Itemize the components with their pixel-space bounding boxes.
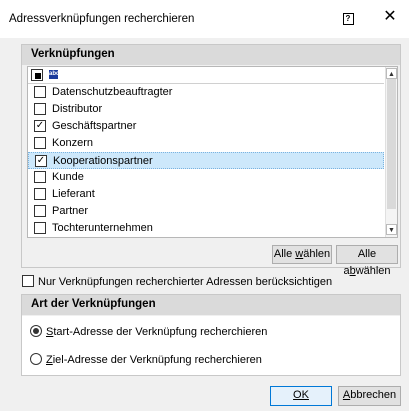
partial-check-mark [35, 73, 41, 79]
list-item[interactable]: ✓ Kooperationspartner [28, 152, 384, 169]
links-list[interactable]: abc Datenschutzbeauftragter Distributor ✓ G… [27, 66, 398, 238]
list-item-label: Lieferant [52, 188, 95, 200]
list-item-checkbox[interactable] [34, 103, 46, 115]
list-scrollbar[interactable]: ▲ ▼ [385, 67, 397, 237]
list-item-label: Distributor [52, 103, 103, 115]
link-type-group-body [22, 316, 400, 375]
list-item[interactable]: Datenschutzbeauftragter [28, 84, 384, 101]
list-item-checkbox[interactable] [34, 205, 46, 217]
select-all-button[interactable]: Alle wählen [272, 245, 332, 264]
ok-button[interactable]: OK [270, 386, 332, 406]
window-title: Adressverknüpfungen recherchieren [9, 13, 195, 25]
link-type-group-title: Art der Verknüpfungen [31, 298, 156, 310]
help-icon: ? [342, 13, 354, 25]
select-all-label-a: Alle [273, 248, 296, 260]
list-item[interactable]: ✓ Geschäftspartner [28, 118, 384, 135]
deselect-all-button[interactable]: Alle abwählen [336, 245, 398, 277]
close-icon: ✕ [383, 8, 397, 25]
list-item[interactable]: Konzern [28, 135, 384, 152]
list-item-checkbox[interactable] [34, 137, 46, 149]
list-item-label: Konzern [52, 137, 93, 149]
scroll-down-icon[interactable]: ▼ [386, 224, 397, 235]
list-item-label: Kooperationspartner [53, 155, 153, 167]
list-item[interactable]: Kunde [28, 169, 384, 186]
list-item-label: Partner [52, 205, 89, 217]
filter-checkbox[interactable] [22, 275, 34, 287]
filter-label: Nur Verknüpfungen recherchierter Adresse… [38, 276, 333, 288]
list-item-label: Kunde [52, 171, 84, 183]
list-item[interactable]: Distributor [28, 101, 384, 118]
target-address-label-u: Z [46, 354, 53, 366]
target-address-label-rest: iel-Adresse der Verknüpfung recherchiere… [52, 354, 262, 366]
ok-label: OK [293, 389, 309, 401]
start-address-label[interactable]: Start-Adresse der Verknüpfung recherchie… [46, 326, 267, 338]
list-item-checkbox[interactable] [34, 188, 46, 200]
scroll-up-icon[interactable]: ▲ [386, 68, 397, 79]
list-header-row[interactable]: abc [28, 67, 384, 84]
list-item[interactable]: Tochterunternehmen [28, 220, 384, 237]
start-address-radio[interactable] [30, 325, 42, 337]
list-item-checkbox[interactable]: ✓ [35, 155, 47, 167]
list-item-checkbox[interactable]: ✓ [34, 120, 46, 132]
start-address-label-rest: tart-Adresse der Verknüpfung recherchier… [53, 326, 268, 338]
list-item-label: Geschäftspartner [52, 120, 137, 132]
target-address-radio[interactable] [30, 353, 42, 365]
close-button[interactable]: ✕ [381, 8, 399, 26]
help-button[interactable]: ? [341, 11, 355, 25]
list-item[interactable]: Lieferant [28, 186, 384, 203]
list-item-checkbox[interactable] [34, 171, 46, 183]
deselect-all-label-c: wählen [355, 265, 391, 277]
radio-selected-dot [33, 328, 39, 334]
sort-abc-icon[interactable]: abc [49, 70, 59, 79]
links-group-title: Verknüpfungen [31, 48, 115, 60]
toggle-all-checkbox[interactable] [31, 69, 43, 81]
cancel-label-rest: bbrechen [350, 389, 397, 401]
cancel-button[interactable]: Abbrechen [338, 386, 401, 406]
select-all-label-c: ählen [303, 248, 331, 260]
scroll-thumb[interactable] [387, 79, 396, 209]
list-item[interactable]: Partner [28, 203, 384, 220]
list-item-checkbox[interactable] [34, 86, 46, 98]
list-item-label: Datenschutzbeauftragter [52, 86, 173, 98]
list-item-label: Tochterunternehmen [52, 222, 153, 234]
target-address-label[interactable]: Ziel-Adresse der Verknüpfung recherchier… [46, 354, 262, 366]
list-item-checkbox[interactable] [34, 222, 46, 234]
